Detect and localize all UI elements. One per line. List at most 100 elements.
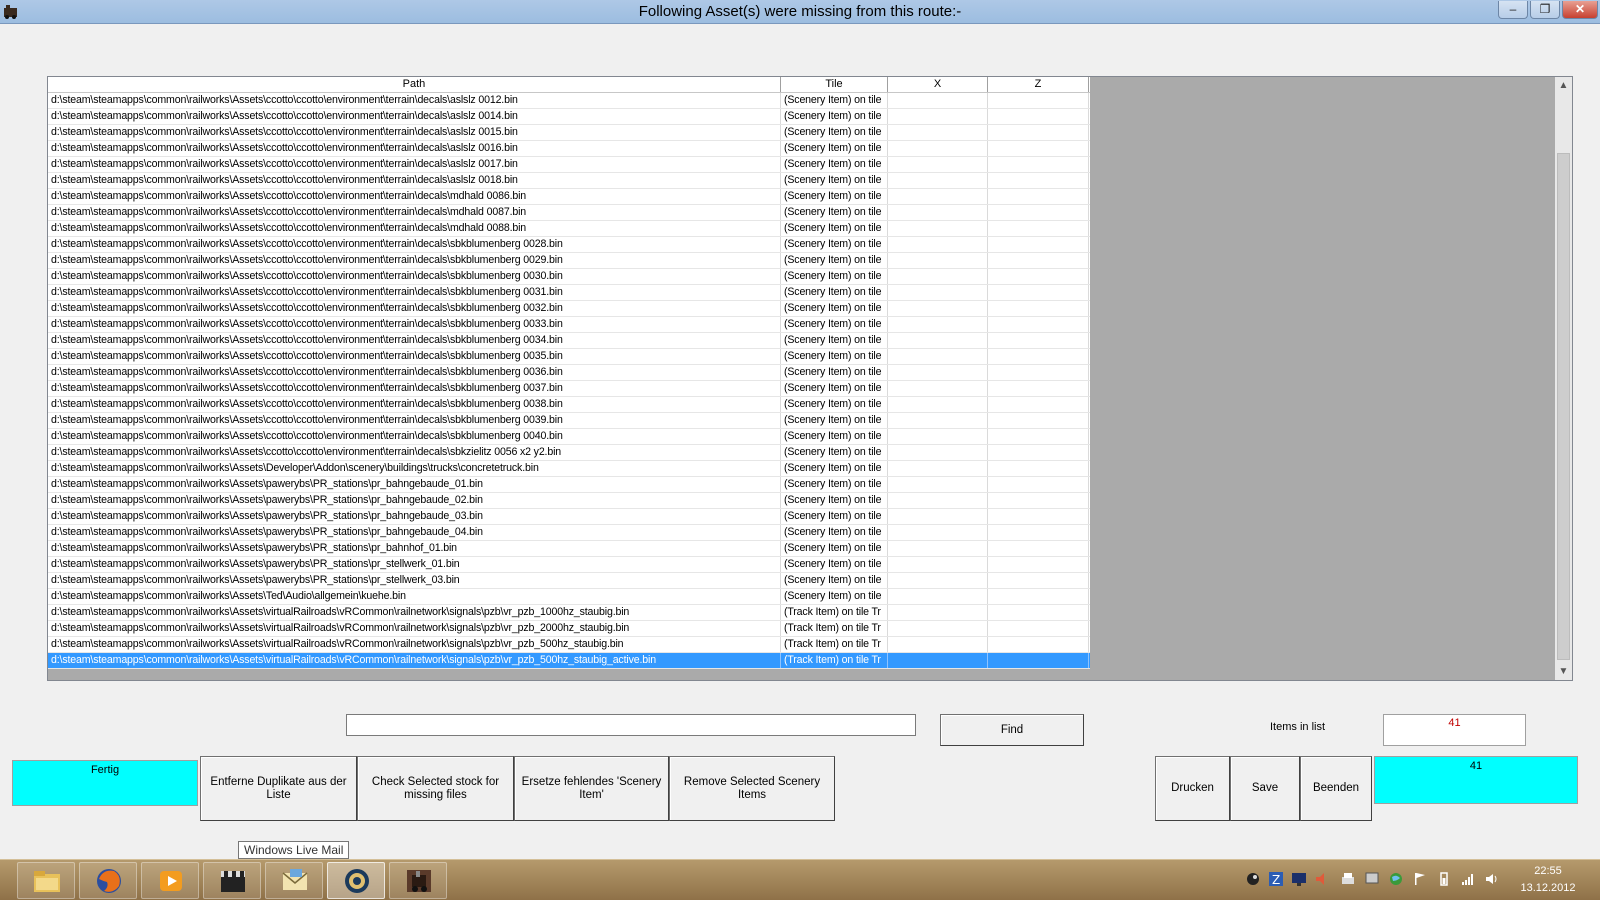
column-header-tile[interactable]: Tile	[781, 77, 888, 92]
taskbar-windows-live-mail[interactable]	[265, 862, 323, 899]
main-area: Path Tile X Z d:\steam\steamapps\common\…	[0, 24, 1600, 859]
vertical-scrollbar[interactable]: ▲ ▼	[1555, 77, 1572, 680]
table-row[interactable]: d:\steam\steamapps\common\railworks\Asse…	[48, 189, 1090, 205]
scrollbar-thumb[interactable]	[1557, 153, 1570, 660]
table-row[interactable]: d:\steam\steamapps\common\railworks\Asse…	[48, 333, 1090, 349]
table-row[interactable]: d:\steam\steamapps\common\railworks\Asse…	[48, 477, 1090, 493]
cell-tile: (Track Item) on tile Tr	[781, 605, 888, 620]
cell-path: d:\steam\steamapps\common\railworks\Asse…	[48, 557, 781, 572]
table-row[interactable]: d:\steam\steamapps\common\railworks\Asse…	[48, 445, 1090, 461]
quit-button[interactable]: Beenden	[1300, 756, 1372, 821]
table-row[interactable]: d:\steam\steamapps\common\railworks\Asse…	[48, 493, 1090, 509]
taskbar-movie-maker[interactable]	[203, 862, 261, 899]
printer-tray-icon[interactable]	[1340, 871, 1356, 887]
table-row[interactable]: d:\steam\steamapps\common\railworks\Asse…	[48, 397, 1090, 413]
cell-path: d:\steam\steamapps\common\railworks\Asse…	[48, 637, 781, 652]
table-row[interactable]: d:\steam\steamapps\common\railworks\Asse…	[48, 557, 1090, 573]
title-bar: Following Asset(s) were missing from thi…	[0, 0, 1600, 24]
table-row[interactable]: d:\steam\steamapps\common\railworks\Asse…	[48, 157, 1090, 173]
remove-duplicates-button[interactable]: Entferne Duplikate aus der Liste	[200, 756, 357, 821]
cell-tile: (Scenery Item) on tile	[781, 349, 888, 364]
table-row[interactable]: d:\steam\steamapps\common\railworks\Asse…	[48, 509, 1090, 525]
cell-z	[988, 189, 1089, 204]
table-row[interactable]: d:\steam\steamapps\common\railworks\Asse…	[48, 301, 1090, 317]
table-row[interactable]: d:\steam\steamapps\common\railworks\Asse…	[48, 525, 1090, 541]
check-selected-stock-button[interactable]: Check Selected stock for missing files	[357, 756, 514, 821]
table-row[interactable]: d:\steam\steamapps\common\railworks\Asse…	[48, 173, 1090, 189]
table-row[interactable]: d:\steam\steamapps\common\railworks\Asse…	[48, 269, 1090, 285]
maximize-button[interactable]: ❐	[1530, 1, 1560, 19]
table-row[interactable]: d:\steam\steamapps\common\railworks\Asse…	[48, 573, 1090, 589]
save-button[interactable]: Save	[1230, 756, 1300, 821]
table-row[interactable]: d:\steam\steamapps\common\railworks\Asse…	[48, 285, 1090, 301]
z-tray-icon[interactable]: Z	[1268, 871, 1284, 887]
cell-z	[988, 413, 1089, 428]
monitor-tray-icon[interactable]	[1291, 871, 1307, 887]
table-row[interactable]: d:\steam\steamapps\common\railworks\Asse…	[48, 621, 1090, 637]
remove-selected-scenery-button[interactable]: Remove Selected Scenery Items	[669, 756, 835, 821]
cell-z	[988, 109, 1089, 124]
table-row[interactable]: d:\steam\steamapps\common\railworks\Asse…	[48, 413, 1090, 429]
table-row[interactable]: d:\steam\steamapps\common\railworks\Asse…	[48, 253, 1090, 269]
table-row[interactable]: d:\steam\steamapps\common\railworks\Asse…	[48, 541, 1090, 557]
table-row[interactable]: d:\steam\steamapps\common\railworks\Asse…	[48, 125, 1090, 141]
scroll-down-arrow-icon[interactable]: ▼	[1555, 663, 1572, 680]
table-row[interactable]: d:\steam\steamapps\common\railworks\Asse…	[48, 93, 1090, 109]
table-row[interactable]: d:\steam\steamapps\common\railworks\Asse…	[48, 237, 1090, 253]
items-count-field: 41	[1383, 714, 1526, 746]
flag-tray-icon[interactable]	[1412, 871, 1428, 887]
cell-path: d:\steam\steamapps\common\railworks\Asse…	[48, 237, 781, 252]
cell-path: d:\steam\steamapps\common\railworks\Asse…	[48, 461, 781, 476]
column-header-z[interactable]: Z	[988, 77, 1089, 92]
taskbar-railworks-app[interactable]	[389, 862, 447, 899]
power-tray-icon[interactable]	[1436, 871, 1452, 887]
globe-tray-icon[interactable]	[1388, 871, 1404, 887]
cell-z	[988, 653, 1089, 668]
find-button[interactable]: Find	[940, 714, 1084, 746]
volume-tray-icon[interactable]	[1314, 871, 1330, 887]
search-input[interactable]	[346, 714, 916, 736]
replace-missing-scenery-button[interactable]: Ersetze fehlendes 'Scenery Item'	[514, 756, 669, 821]
scroll-up-arrow-icon[interactable]: ▲	[1555, 77, 1572, 94]
cell-z	[988, 125, 1089, 140]
cell-tile: (Scenery Item) on tile	[781, 125, 888, 140]
taskbar-firefox[interactable]	[79, 862, 137, 899]
cell-z	[988, 509, 1089, 524]
cell-z	[988, 573, 1089, 588]
cell-x	[888, 141, 988, 156]
table-row[interactable]: d:\steam\steamapps\common\railworks\Asse…	[48, 653, 1090, 669]
taskbar-steam-app[interactable]	[327, 862, 385, 899]
table-row[interactable]: d:\steam\steamapps\common\railworks\Asse…	[48, 205, 1090, 221]
table-row[interactable]: d:\steam\steamapps\common\railworks\Asse…	[48, 589, 1090, 605]
table-row[interactable]: d:\steam\steamapps\common\railworks\Asse…	[48, 317, 1090, 333]
cell-path: d:\steam\steamapps\common\railworks\Asse…	[48, 141, 781, 156]
table-row[interactable]: d:\steam\steamapps\common\railworks\Asse…	[48, 637, 1090, 653]
table-row[interactable]: d:\steam\steamapps\common\railworks\Asse…	[48, 365, 1090, 381]
print-button[interactable]: Drucken	[1155, 756, 1230, 821]
taskbar-file-explorer[interactable]	[17, 862, 75, 899]
table-row[interactable]: d:\steam\steamapps\common\railworks\Asse…	[48, 349, 1090, 365]
table-row[interactable]: d:\steam\steamapps\common\railworks\Asse…	[48, 429, 1090, 445]
display-tray-icon[interactable]	[1364, 871, 1380, 887]
cell-x	[888, 93, 988, 108]
column-header-path[interactable]: Path	[48, 77, 781, 92]
taskbar-media-player[interactable]	[141, 862, 199, 899]
clock[interactable]: 22:55 13.12.2012	[1508, 863, 1588, 897]
close-button[interactable]: ✕	[1562, 1, 1598, 19]
table-row[interactable]: d:\steam\steamapps\common\railworks\Asse…	[48, 605, 1090, 621]
steam-tray-icon[interactable]	[1245, 871, 1261, 887]
cell-z	[988, 237, 1089, 252]
minimize-button[interactable]: –	[1498, 1, 1528, 19]
speaker-tray-icon[interactable]	[1484, 871, 1500, 887]
missing-assets-grid[interactable]: Path Tile X Z d:\steam\steamapps\common\…	[48, 77, 1090, 669]
network-signal-tray-icon[interactable]	[1460, 871, 1476, 887]
table-row[interactable]: d:\steam\steamapps\common\railworks\Asse…	[48, 461, 1090, 477]
cell-tile: (Scenery Item) on tile	[781, 269, 888, 284]
table-row[interactable]: d:\steam\steamapps\common\railworks\Asse…	[48, 109, 1090, 125]
cell-path: d:\steam\steamapps\common\railworks\Asse…	[48, 429, 781, 444]
column-header-x[interactable]: X	[888, 77, 988, 92]
table-row[interactable]: d:\steam\steamapps\common\railworks\Asse…	[48, 381, 1090, 397]
table-row[interactable]: d:\steam\steamapps\common\railworks\Asse…	[48, 221, 1090, 237]
cell-path: d:\steam\steamapps\common\railworks\Asse…	[48, 349, 781, 364]
table-row[interactable]: d:\steam\steamapps\common\railworks\Asse…	[48, 141, 1090, 157]
